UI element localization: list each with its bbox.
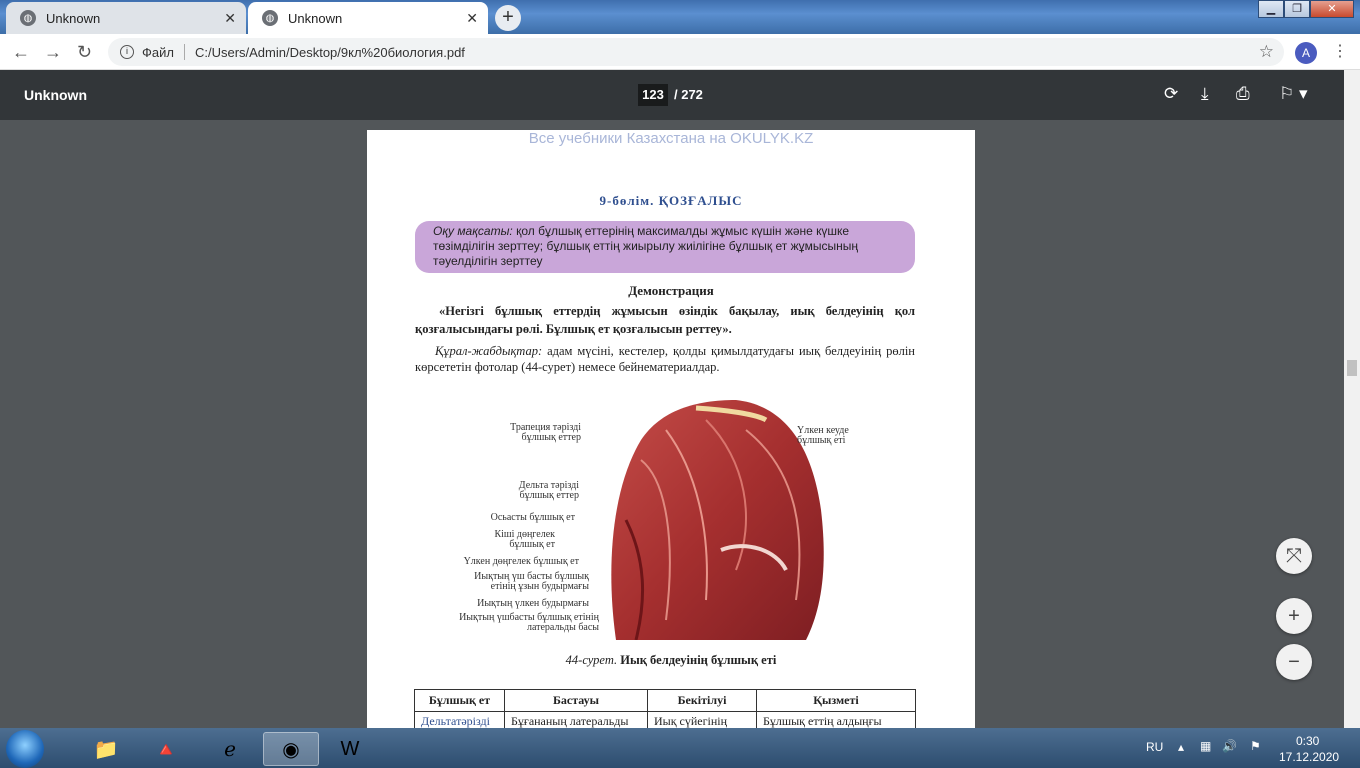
table-header: Бұлшық ет (414, 689, 505, 712)
clock-time[interactable]: 0:30 (1296, 734, 1319, 748)
section-title: 9-бөлім. ҚОЗҒАЛЫС (599, 193, 743, 208)
maximize-button[interactable]: ❐ (1284, 0, 1310, 18)
browser-menu-icon[interactable]: ⋮ (1332, 41, 1348, 61)
page-number-input[interactable]: 123 (638, 84, 668, 106)
chrome-icon[interactable]: ◉ (263, 732, 319, 766)
figure-label: Иықтың үлкен будырмағы (477, 598, 589, 609)
show-hidden-icons[interactable]: ▴ (1178, 740, 1184, 754)
figure-label: Иықтың үш басты бұлшық етінің ұзын будыр… (474, 571, 589, 592)
tab-unknown-2[interactable]: ◍ Unknown ✕ (248, 2, 488, 34)
pdf-page: Все учебники Казахстана на OKULYK.KZ 9-б… (367, 130, 975, 728)
figure-label: Дельта тәрізді бұлшық еттер (518, 480, 579, 501)
tab-unknown-1[interactable]: ◍ Unknown ✕ (6, 2, 246, 34)
close-tab-icon[interactable]: ✕ (466, 10, 478, 27)
minimize-button[interactable]: ▁ (1258, 0, 1284, 18)
info-icon[interactable]: i (120, 45, 134, 59)
tab-strip: ◍ Unknown ✕ ◍ Unknown ✕ + ▁ ❐ ✕ (0, 0, 1360, 34)
file-explorer-icon[interactable]: 📁 (78, 732, 134, 766)
tab-label: Unknown (288, 10, 343, 26)
learning-goal-box: Оқу мақсаты: қол бұлшық еттерінің максим… (415, 221, 915, 273)
start-button[interactable] (6, 730, 44, 768)
table-header: Бекітілуі (647, 689, 757, 712)
table-row: Дельтатәрізді Бұғананың латеральды Иық с… (414, 711, 916, 728)
shoulder-muscle-image (611, 400, 824, 641)
scheme-label: Файл (142, 44, 174, 60)
taskbar: 📁 🔺 ℯ ◉ W RU ▴ ▦ 🔊 ⚑ 0:30 17.12.2020 (0, 728, 1360, 768)
equipment-paragraph: Құрал-жабдықтар: адам мүсіні, кестелер, … (415, 343, 915, 375)
back-icon[interactable]: ← (12, 42, 30, 63)
table-cell: Бұғананың латеральды (504, 711, 648, 728)
table-header-row: Бұлшық ет Бастауы Бекітілуі Қызметі (414, 689, 916, 712)
table-header: Қызметі (756, 689, 916, 712)
language-indicator[interactable]: RU (1146, 740, 1163, 754)
globe-icon: ◍ (20, 10, 36, 26)
url-text[interactable]: C:/Users/Admin/Desktop/9кл%20биология.pd… (195, 45, 465, 60)
figure-label: Кіші дөңгелек бұлшық ет (494, 529, 555, 550)
pdf-toolbar: Unknown 123 / 272 ⟳ ⤓ ⎙ ⚐ ▾ (0, 70, 1360, 120)
profile-avatar[interactable]: A (1295, 42, 1317, 64)
bookmark-icon[interactable]: ⚐ ▾ (1279, 84, 1308, 104)
volume-icon[interactable]: 🔊 (1222, 739, 1237, 753)
pdf-title: Unknown (24, 87, 87, 103)
close-tab-icon[interactable]: ✕ (224, 10, 236, 27)
page-total: / 272 (674, 87, 703, 102)
reload-icon[interactable]: ↻ (77, 42, 92, 63)
globe-icon: ◍ (262, 10, 278, 26)
zoom-out-button[interactable]: − (1276, 644, 1312, 680)
rotate-icon[interactable]: ⟳ (1164, 84, 1178, 104)
muscle-table: Бұлшық ет Бастауы Бекітілуі Қызметі Дель… (414, 689, 916, 728)
table-cell: Иық сүйегінің (647, 711, 757, 728)
close-window-button[interactable]: ✕ (1310, 0, 1354, 18)
internet-explorer-icon[interactable]: ℯ (202, 732, 258, 766)
goal-label: Оқу мақсаты: (433, 224, 513, 238)
caption-text: Иық белдеуінің бұлшық еті (620, 653, 777, 667)
demo-title: «Негізгі бұлшық еттердің жұмысын өзіндік… (415, 304, 915, 336)
figure-label: Осьасты бұлшық ет (490, 512, 575, 523)
zoom-in-button[interactable]: + (1276, 598, 1312, 634)
vertical-scrollbar[interactable] (1344, 70, 1360, 728)
omnibox[interactable]: i Файл C:/Users/Admin/Desktop/9кл%20биол… (108, 38, 1284, 66)
demo-heading: Демонстрация (628, 283, 714, 298)
download-icon[interactable]: ⤓ (1201, 84, 1209, 104)
forward-icon[interactable]: → (44, 42, 62, 63)
figure-caption: 44-сурет. Иық белдеуінің бұлшық еті (367, 653, 975, 668)
equipment-label: Құрал-жабдықтар: (435, 344, 543, 358)
figure-label: Трапеция тәрізді бұлшық еттер (510, 422, 581, 443)
tab-label: Unknown (46, 10, 101, 26)
fit-page-button[interactable]: ⤧ (1276, 538, 1312, 574)
muscle-illustration (606, 400, 828, 641)
clock-date[interactable]: 17.12.2020 (1279, 750, 1339, 764)
address-bar: ← → ↻ i Файл C:/Users/Admin/Desktop/9кл%… (0, 34, 1360, 70)
network-icon[interactable]: ▦ (1200, 739, 1211, 753)
table-header: Бастауы (504, 689, 648, 712)
flag-icon[interactable]: ⚑ (1250, 739, 1261, 753)
table-cell: Бұлшық еттің алдыңғы (756, 711, 916, 728)
window-controls: ▁ ❐ ✕ (1258, 0, 1354, 18)
figure-label: Үлкен кеуде бұлшық еті (797, 425, 849, 446)
new-tab-button[interactable]: + (495, 5, 521, 31)
caption-number: 44-сурет. (565, 653, 618, 667)
figure-label: Иықтың үшбасты бұлшық етінің латеральды … (459, 612, 599, 633)
divider (183, 44, 185, 60)
app-triangle-icon[interactable]: 🔺 (138, 732, 194, 766)
table-cell: Дельтатәрізді (414, 711, 505, 728)
scrollbar-thumb[interactable] (1347, 360, 1357, 376)
bookmark-star-icon[interactable]: ☆ (1259, 42, 1274, 62)
word-icon[interactable]: W (322, 732, 378, 766)
pdf-viewer[interactable]: Все учебники Казахстана на OKULYK.KZ 9-б… (0, 120, 1344, 728)
watermark: Все учебники Казахстана на OKULYK.KZ (528, 130, 814, 147)
print-icon[interactable]: ⎙ (1236, 84, 1250, 104)
figure-label: Үлкен дөңгелек бұлшық ет (463, 556, 579, 567)
